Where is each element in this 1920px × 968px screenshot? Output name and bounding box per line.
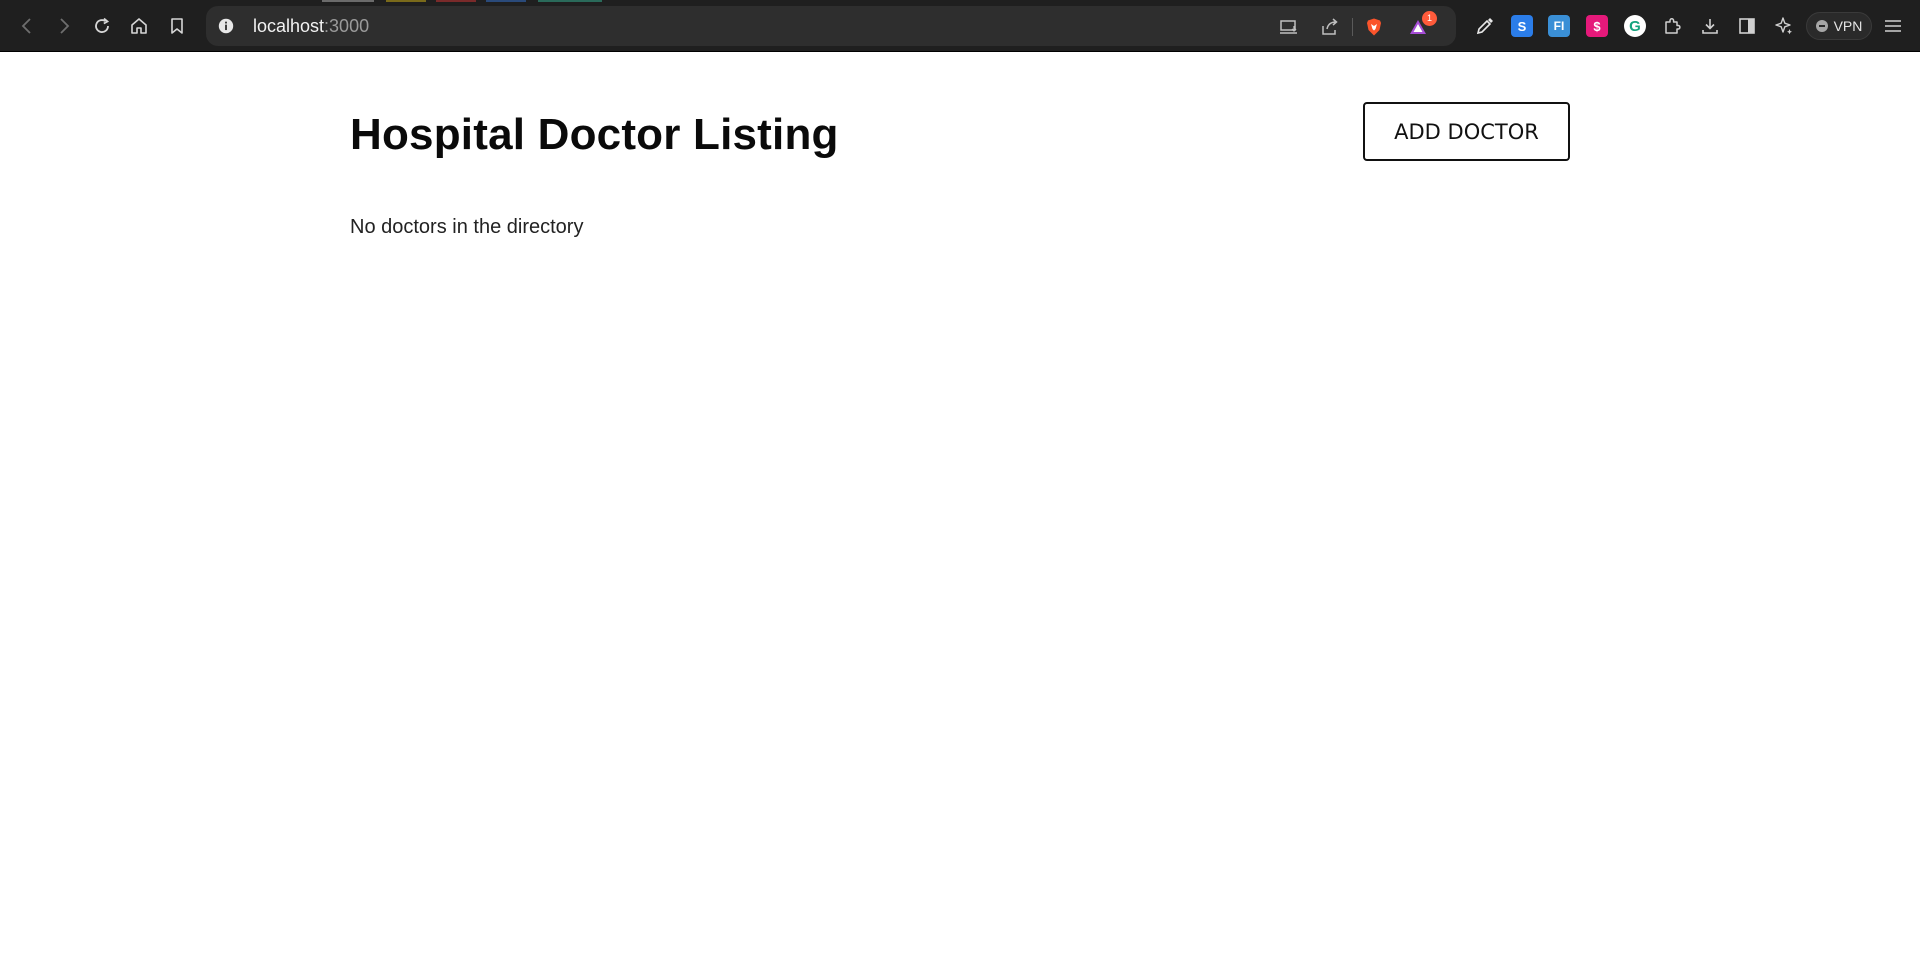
page-title: Hospital Doctor Listing — [350, 110, 839, 159]
brave-shields-icon[interactable] — [1361, 14, 1387, 40]
vpn-status-icon — [1815, 20, 1828, 32]
reload-icon — [95, 17, 110, 33]
sidebar-toggle-icon[interactable] — [1734, 13, 1760, 39]
reload-button[interactable] — [87, 11, 117, 41]
forward-button[interactable] — [49, 11, 79, 41]
leo-ai-icon[interactable] — [1771, 13, 1797, 39]
downloads-icon[interactable] — [1697, 13, 1723, 39]
back-button[interactable] — [12, 11, 42, 41]
s-extension-icon[interactable]: S — [1509, 13, 1535, 39]
vpn-label: VPN — [1833, 18, 1863, 34]
notification-badge: 1 — [1422, 11, 1437, 26]
install-app-icon[interactable] — [1276, 14, 1302, 40]
fi-extension-icon[interactable]: FI — [1546, 13, 1572, 39]
eyedropper-icon[interactable] — [1472, 13, 1498, 39]
url-port: :3000 — [324, 16, 370, 36]
bookmark-icon — [171, 18, 183, 34]
vpn-button[interactable]: VPN — [1806, 12, 1872, 40]
extensions-puzzle-icon[interactable] — [1659, 13, 1685, 39]
chevron-left-icon — [21, 18, 31, 34]
grammarly-icon[interactable]: G — [1622, 13, 1648, 39]
url-host: localhost — [253, 16, 325, 36]
omnibox-divider — [1352, 18, 1353, 36]
address-bar[interactable]: localhost:3000 1 — [206, 6, 1456, 46]
home-icon — [131, 18, 147, 34]
url-text[interactable]: localhost:3000 — [253, 17, 369, 35]
tab-strip — [0, 0, 1920, 2]
bookmark-button[interactable] — [162, 11, 192, 41]
site-info-icon[interactable] — [216, 16, 236, 36]
share-icon[interactable] — [1317, 14, 1343, 40]
home-button[interactable] — [124, 11, 154, 41]
browser-toolbar: localhost:3000 1 S FI $ G VPN — [0, 0, 1920, 52]
dollar-extension-icon[interactable]: $ — [1584, 13, 1610, 39]
page-content: Hospital Doctor Listing ADD DOCTOR No do… — [0, 52, 1920, 968]
add-doctor-button[interactable]: ADD DOCTOR — [1363, 102, 1570, 161]
chevron-right-icon — [60, 18, 70, 34]
empty-state-message: No doctors in the directory — [350, 216, 584, 238]
menu-icon[interactable] — [1880, 13, 1906, 39]
